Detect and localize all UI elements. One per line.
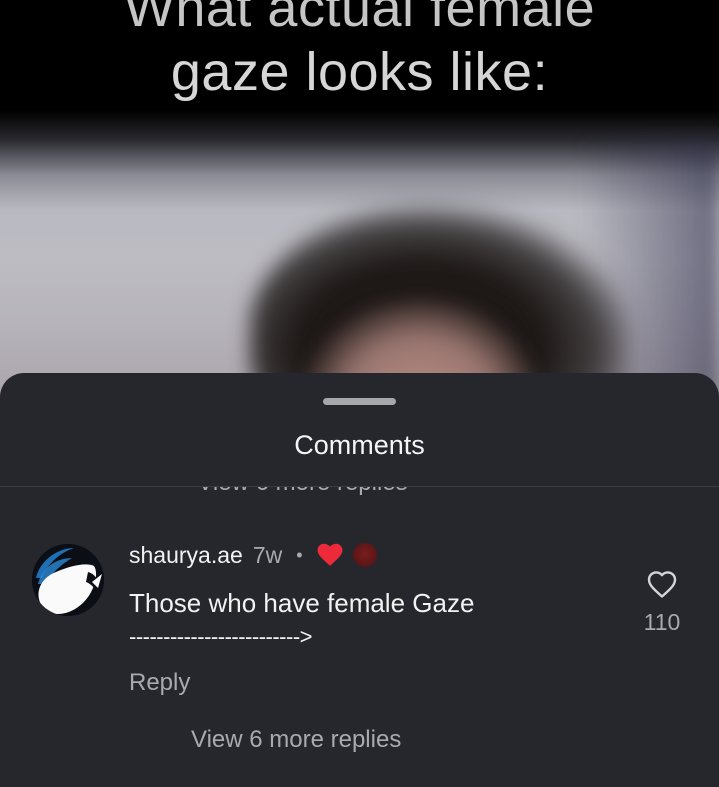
creator-avatar	[352, 543, 377, 567]
clipped-view-more-label: View 6 more replies	[0, 487, 605, 497]
view-more-replies-button[interactable]: View 6 more replies	[191, 726, 401, 754]
heart-outline-icon	[647, 571, 677, 598]
avatar-image	[32, 544, 104, 616]
like-button[interactable]: 110	[632, 569, 692, 636]
comment-time: 7w	[252, 541, 283, 568]
comment-username[interactable]: shaurya.ae	[129, 542, 243, 569]
reply-button[interactable]: Reply	[129, 669, 190, 697]
screen: What actual female gaze looks like: Comm…	[0, 0, 719, 787]
comment-meta: shaurya.ae 7w •	[129, 540, 377, 570]
comments-sheet: Comments View 6 more replies shaurya.ae …	[0, 373, 719, 787]
comment-body: Those who have female Gaze -------------…	[129, 585, 599, 655]
comment-text: Those who have female Gaze	[129, 588, 475, 618]
like-count: 110	[643, 609, 681, 635]
meta-separator: •	[296, 544, 303, 565]
comment-text-line-2: ------------------------->	[129, 624, 313, 649]
reel-caption-line-2: gaze looks like:	[170, 42, 549, 102]
reel-caption-line-1: What actual female	[123, 0, 596, 38]
creator-liked-heart-icon	[317, 543, 342, 566]
reel-video-background[interactable]: What actual female gaze looks like:	[0, 0, 719, 420]
sheet-drag-handle[interactable]	[323, 398, 396, 405]
avatar[interactable]	[32, 544, 104, 616]
clipped-view-more-replies[interactable]: View 6 more replies	[0, 487, 719, 501]
sheet-title: Comments	[294, 430, 425, 460]
